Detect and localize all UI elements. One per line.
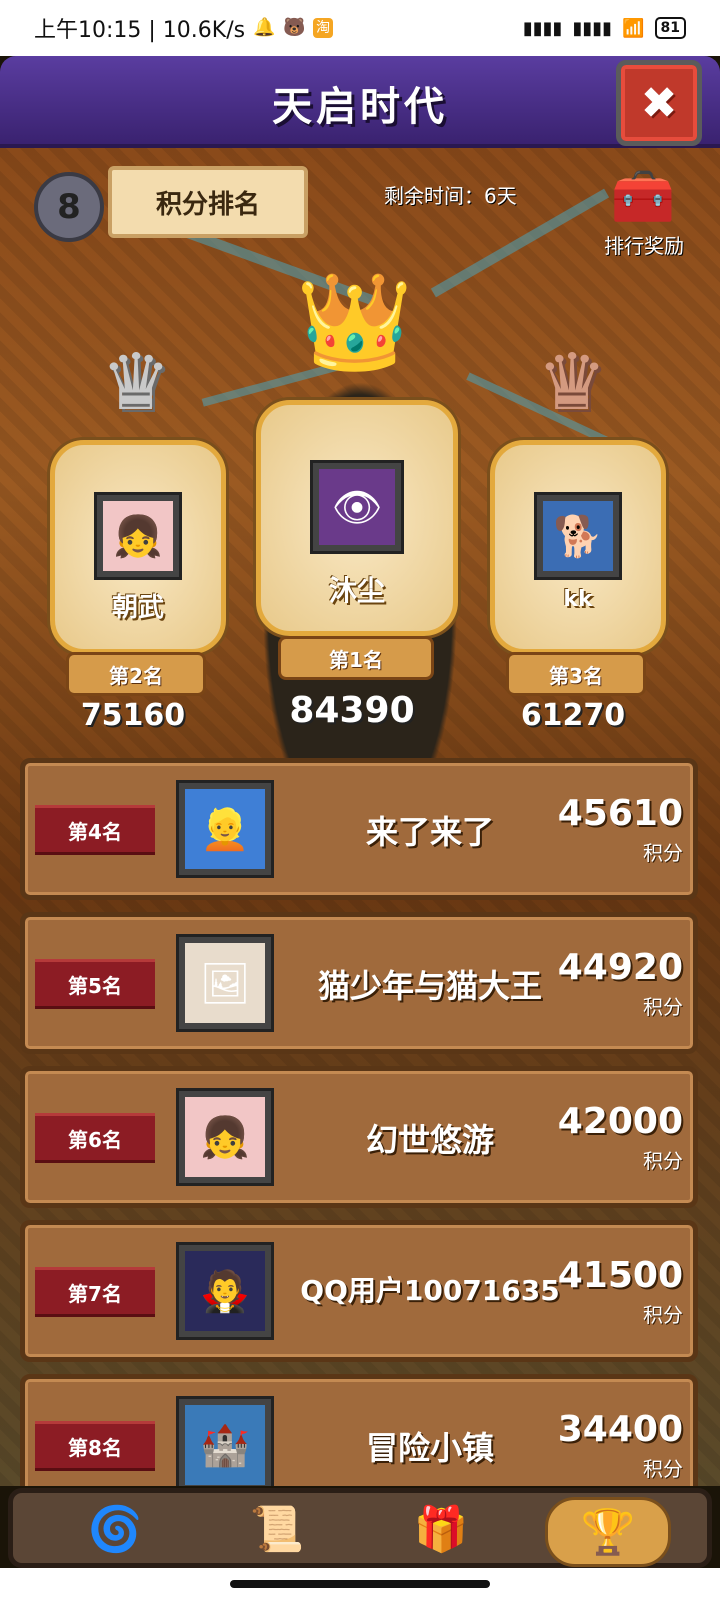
season-badge: 8 xyxy=(34,172,104,242)
bronze-crown-icon: ♛ xyxy=(537,338,607,428)
bear-app-icon: 🐻 xyxy=(283,17,306,38)
avatar: 🏰 xyxy=(176,1396,274,1486)
dark-portrait-avatar-icon: 🧛 xyxy=(200,1268,250,1315)
leaderboard-board[interactable]: 8 积分排名 剩余时间：6天 🧰 排行奖励 ♛ 👑 ♛ 👧 朝武 第2名 751… xyxy=(0,148,720,1486)
rank-tag: 第4名 xyxy=(35,805,155,855)
rank-tag: 第6名 xyxy=(35,1113,155,1163)
bottom-nav: 🌀 📜 🎁 🏆 xyxy=(8,1488,712,1568)
app-header: 天启时代 ✖ xyxy=(0,56,720,148)
cell-signal-2-icon: ▮▮▮▮ xyxy=(572,17,613,39)
podium-first-card[interactable]: 👁 沐尘 xyxy=(256,400,458,636)
purple-eye-avatar-icon: 👁 xyxy=(331,484,383,531)
game-art-avatar-icon: 🏰 xyxy=(200,1422,250,1469)
score-unit: 积分 xyxy=(643,1303,683,1327)
table-row[interactable]: 第5名 🖼 猫少年与猫大王 44920 积分 xyxy=(20,912,698,1054)
table-row[interactable]: 第7名 🧛 QQ用户10071635 41500 积分 xyxy=(20,1220,698,1362)
avatar: 🧛 xyxy=(176,1242,274,1340)
points-ranking-tab[interactable]: 积分排名 xyxy=(108,166,308,238)
table-row[interactable]: 第8名 🏰 冒险小镇 34400 积分 xyxy=(20,1374,698,1486)
remaining-time: 剩余时间：6天 xyxy=(384,184,517,208)
nav-quest-button[interactable]: 📜 xyxy=(237,1497,317,1561)
ranking-board-icon: 🏆 xyxy=(580,1507,636,1558)
player-name: QQ用户10071635 xyxy=(300,1274,560,1307)
blonde-girl-avatar-icon: 👱 xyxy=(200,806,250,853)
score-unit: 积分 xyxy=(643,841,683,865)
taobao-app-icon: 淘 xyxy=(313,18,334,38)
podium-second-score: 75160 xyxy=(80,698,186,733)
cell-signal-icon: ▮▮▮▮ xyxy=(522,17,563,39)
score-unit: 积分 xyxy=(643,1149,683,1173)
podium-third-card[interactable]: 🐕 kk xyxy=(490,440,666,654)
treasure-chest-icon[interactable]: 🧰 xyxy=(600,166,686,228)
season-number: 8 xyxy=(57,187,81,227)
anime-girl-avatar-icon: 👧 xyxy=(200,1114,250,1161)
gold-crown-icon: 👑 xyxy=(296,268,414,377)
nav-chest-button[interactable]: 🎁 xyxy=(401,1497,481,1561)
podium-second-name: 朝武 xyxy=(111,593,164,623)
player-name: 猫少年与猫大王 xyxy=(317,967,542,1005)
avatar: 👧 xyxy=(94,492,182,580)
status-time-speed: 上午10:15 | 10.6K/s xyxy=(34,18,246,43)
shiba-dog-avatar-icon: 🐕 xyxy=(553,513,603,560)
silver-crown-icon: ♛ xyxy=(101,338,171,428)
player-score: 42000 xyxy=(557,1101,683,1142)
nav-ranking-button[interactable]: 🏆 xyxy=(545,1497,671,1567)
podium-first-score: 84390 xyxy=(289,690,415,731)
close-button[interactable]: ✖ xyxy=(616,60,702,146)
points-ranking-label: 积分排名 xyxy=(155,189,260,220)
player-name: 幻世悠游 xyxy=(365,1121,494,1159)
anime-girl-avatar-icon: 👧 xyxy=(113,513,163,560)
avatar: 🖼 xyxy=(176,934,274,1032)
wifi-icon: 📶 xyxy=(622,17,645,39)
player-score: 34400 xyxy=(557,1409,683,1450)
photo-avatar-icon: 🖼 xyxy=(199,960,251,1007)
nav-card-button[interactable]: 🌀 xyxy=(75,1497,155,1561)
avatar: 👁 xyxy=(310,460,404,554)
podium-third-name: kk xyxy=(563,587,593,612)
table-row[interactable]: 第6名 👧 幻世悠游 42000 积分 xyxy=(20,1066,698,1208)
podium-second-rank: 第2名 xyxy=(66,652,206,696)
page-title: 天启时代 xyxy=(272,84,448,130)
podium-first-name: 沐尘 xyxy=(328,574,385,607)
ranking-reward-label[interactable]: 排行奖励 xyxy=(594,230,694,259)
player-score: 45610 xyxy=(557,793,683,834)
battery-icon: 81 xyxy=(654,17,686,39)
podium-third-rank: 第3名 xyxy=(506,652,646,696)
player-name: 冒险小镇 xyxy=(365,1429,494,1467)
player-score: 41500 xyxy=(557,1255,683,1296)
notification-bell-icon: 🔔 xyxy=(253,17,276,38)
player-score: 44920 xyxy=(557,947,683,988)
podium-third-score: 61270 xyxy=(520,698,626,733)
avatar: 👧 xyxy=(176,1088,274,1186)
score-unit: 积分 xyxy=(643,1457,683,1481)
podium-second-card[interactable]: 👧 朝武 xyxy=(50,440,226,654)
close-icon: ✖ xyxy=(640,77,678,129)
spiral-card-icon: 🌀 xyxy=(87,1504,143,1555)
rank-tag: 第5名 xyxy=(35,959,155,1009)
table-row[interactable]: 第4名 👱 来了来了 45610 积分 xyxy=(20,758,698,900)
treasure-chest-nav-icon: 🎁 xyxy=(413,1504,469,1555)
avatar: 🐕 xyxy=(534,492,622,580)
scroll-checklist-icon: 📜 xyxy=(249,1504,305,1555)
rank-tag: 第7名 xyxy=(35,1267,155,1317)
rank-tag: 第8名 xyxy=(35,1421,155,1471)
podium-first-rank: 第1名 xyxy=(278,636,434,680)
player-name: 来了来了 xyxy=(365,813,494,851)
status-bar: 上午10:15 | 10.6K/s 🔔 🐻 淘 ▮▮▮▮ ▮▮▮▮ 📶 81 xyxy=(0,0,720,56)
avatar: 👱 xyxy=(176,780,274,878)
home-indicator[interactable] xyxy=(230,1580,490,1588)
score-unit: 积分 xyxy=(643,995,683,1019)
